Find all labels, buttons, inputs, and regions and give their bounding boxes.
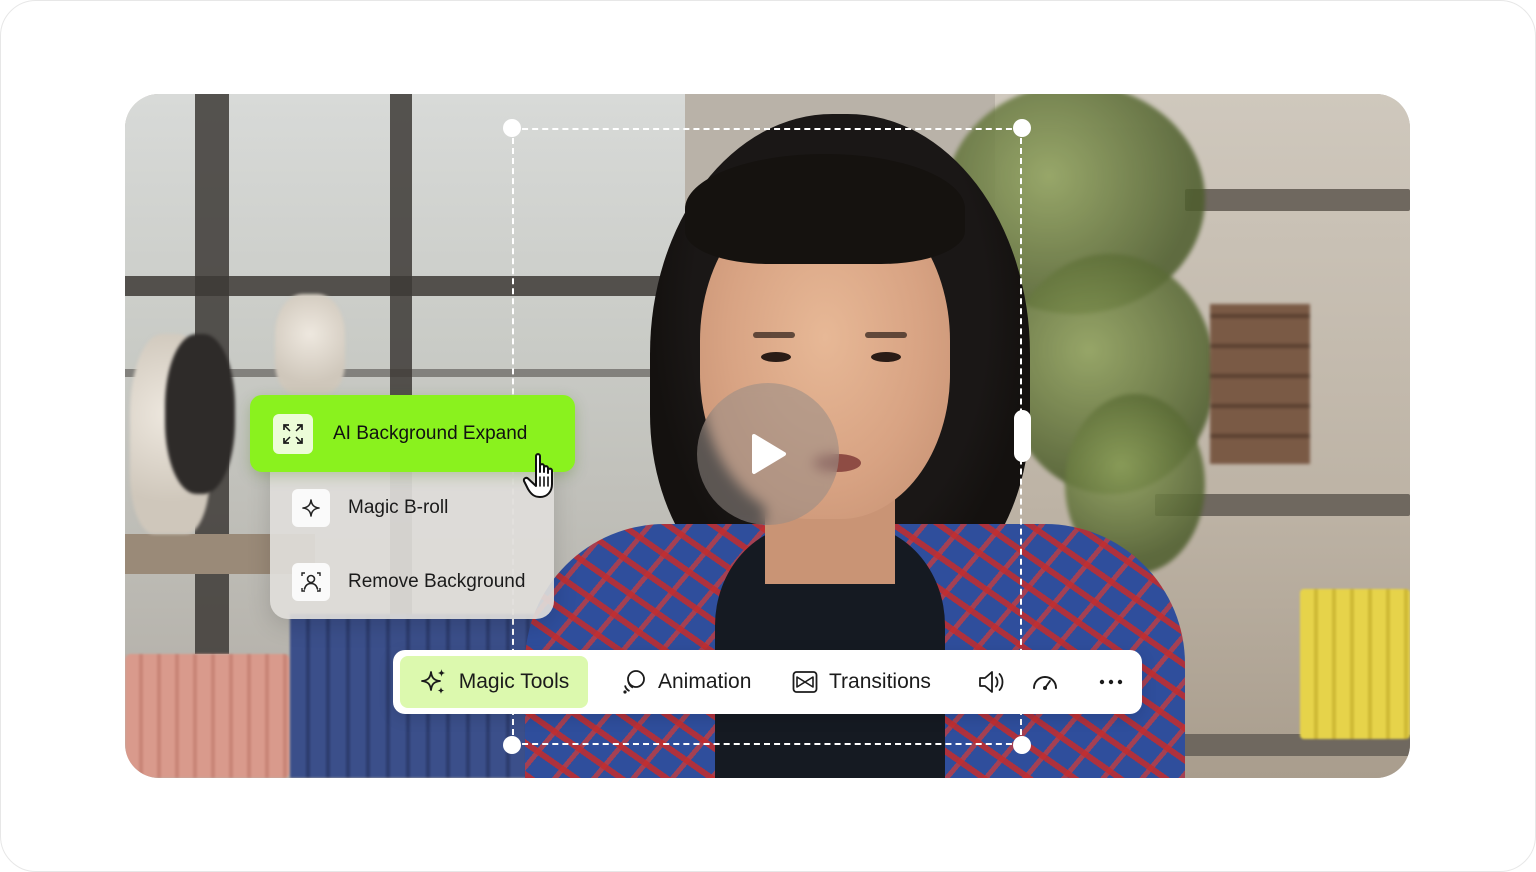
animation-button[interactable]: Animation — [620, 656, 751, 708]
magic-tools-label: Magic Tools — [458, 670, 570, 693]
menu-item-magic-b-roll[interactable]: Magic B-roll — [270, 478, 554, 538]
magic-tools-menu: Magic B-roll Remove Background — [270, 450, 554, 619]
resize-handle-right[interactable] — [1014, 410, 1031, 462]
expand-icon — [273, 413, 313, 454]
menu-item-label: Remove Background — [348, 571, 526, 592]
hand-cursor-icon — [522, 453, 553, 498]
transitions-button[interactable]: Transitions — [791, 656, 931, 708]
sparkles-icon — [419, 667, 449, 697]
more-options-button[interactable] — [1089, 660, 1133, 704]
animation-label: Animation — [658, 670, 752, 693]
menu-item-label: Magic B-roll — [348, 497, 449, 518]
speed-gauge-icon — [1033, 676, 1057, 690]
more-icon — [1099, 679, 1123, 685]
transitions-label: Transitions — [829, 670, 931, 693]
menu-item-remove-background[interactable]: Remove Background — [270, 552, 554, 612]
play-button[interactable] — [697, 383, 839, 525]
resize-handle-bottom-right[interactable] — [1013, 736, 1031, 754]
resize-handle-top-left[interactable] — [503, 119, 521, 137]
editor-toolbar: Magic Tools Animation Transitions — [393, 650, 1142, 714]
play-icon — [752, 434, 786, 474]
speed-button[interactable] — [1023, 660, 1067, 704]
volume-icon — [979, 671, 1004, 693]
magic-tools-button[interactable]: Magic Tools — [400, 656, 588, 708]
person-cutout-icon — [292, 563, 330, 601]
resize-handle-top-right[interactable] — [1013, 119, 1031, 137]
volume-button[interactable] — [969, 660, 1013, 704]
resize-handle-bottom-left[interactable] — [503, 736, 521, 754]
animation-icon — [620, 668, 648, 696]
menu-item-label: AI Background Expand — [333, 422, 528, 444]
sparkle-icon — [292, 489, 330, 527]
transitions-icon — [791, 668, 819, 696]
